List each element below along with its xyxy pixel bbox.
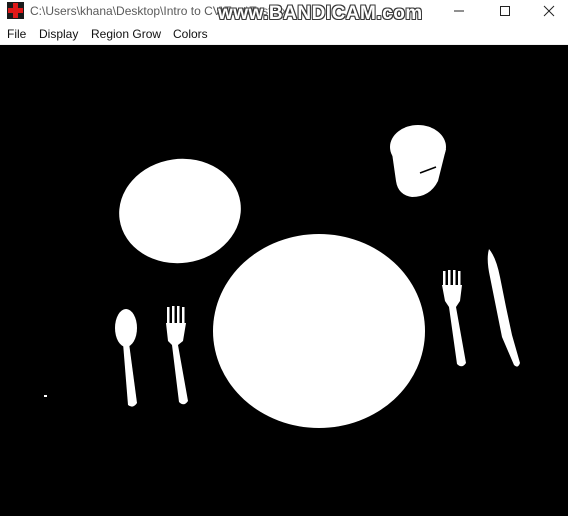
knife-region bbox=[487, 249, 520, 367]
left-fork-region bbox=[166, 306, 188, 405]
app-window: C:\Users\khana\Desktop\Intro to CV\Test\… bbox=[0, 0, 568, 516]
menu-bar: File Display Region Grow Colors bbox=[0, 24, 568, 45]
menu-file[interactable]: File bbox=[7, 27, 26, 41]
menu-region-grow[interactable]: Region Grow bbox=[91, 27, 161, 41]
red-cross-app-icon bbox=[7, 2, 24, 19]
noise-speck bbox=[44, 395, 47, 397]
minimize-button[interactable] bbox=[436, 0, 482, 22]
dinner-plate-region bbox=[213, 234, 425, 428]
minimize-icon bbox=[454, 10, 464, 12]
image-canvas[interactable] bbox=[0, 45, 568, 516]
maximize-button[interactable] bbox=[482, 0, 528, 22]
maximize-icon bbox=[500, 6, 510, 16]
menu-colors[interactable]: Colors bbox=[173, 27, 208, 41]
close-icon bbox=[543, 5, 555, 17]
segmentation-mask bbox=[44, 125, 520, 428]
small-plate-region bbox=[119, 158, 241, 264]
title-bar[interactable]: C:\Users\khana\Desktop\Intro to CV\Test\… bbox=[0, 0, 568, 24]
menu-display[interactable]: Display bbox=[39, 27, 78, 41]
spoon-region bbox=[115, 309, 137, 407]
close-button[interactable] bbox=[526, 0, 568, 22]
cup-region bbox=[390, 125, 446, 197]
right-fork-region bbox=[442, 270, 466, 367]
bandicam-watermark: www.BANDICAM.com bbox=[218, 3, 423, 24]
